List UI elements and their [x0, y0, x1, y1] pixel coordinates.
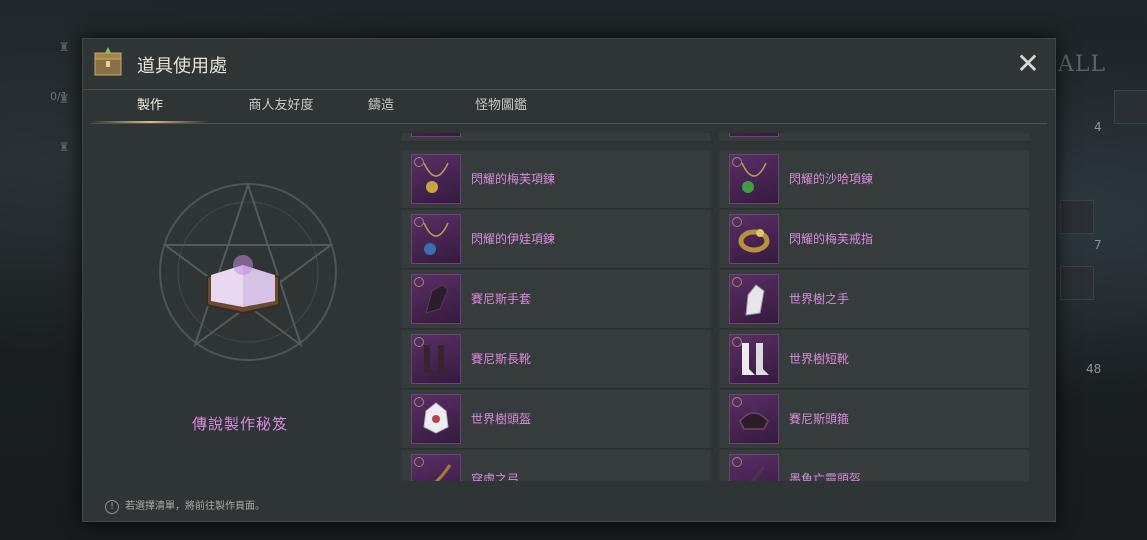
necklace-icon: [423, 222, 449, 255]
helmet-icon: [739, 412, 769, 430]
window-title: 道具使用處: [137, 56, 227, 77]
item-name: 閃耀的沙哈項鍊: [789, 172, 874, 186]
usage-item-list[interactable]: 閃耀的梅芙項鍊 閃耀的沙哈項鍊 閃耀的伊娃項鍊 閃耀的梅芙戒指 賽尼斯手套 世界…: [401, 133, 1033, 481]
helmet-icon: [423, 402, 449, 434]
list-item[interactable]: 墨魚亡靈頭盔: [719, 450, 1029, 481]
item-name: 閃耀的梅芙戒指: [789, 232, 874, 246]
item-slot: [729, 394, 779, 444]
list-item[interactable]: [401, 133, 711, 142]
item-name: 世界樹之手: [789, 292, 850, 306]
inventory-count: 7: [1094, 238, 1102, 252]
spellbook-icon: [206, 255, 280, 315]
boots-icon: [424, 345, 450, 373]
list-item[interactable]: 閃耀的伊娃項鍊: [401, 210, 711, 269]
item-usage-window: 道具使用處 ✕ 製作 商人友好度 鑄造 怪物圖鑑 傳說製作秘笈 閃耀的梅芙項鍊 …: [82, 38, 1056, 522]
background-all-label: ALL: [1058, 52, 1107, 77]
necklace-icon: [423, 162, 449, 193]
tab-crafting[interactable]: 製作: [91, 91, 209, 123]
list-item[interactable]: 穿虛之弓: [401, 450, 711, 481]
item-name: 世界樹短靴: [789, 352, 850, 366]
window-header: 道具使用處 ✕: [83, 39, 1055, 90]
list-row: 閃耀的伊娃項鍊 閃耀的梅芙戒指: [401, 210, 1033, 270]
background-left-sidebar: ♜ 0/1 ♜ ♜: [0, 30, 80, 540]
tab-casting[interactable]: 鑄造: [341, 91, 421, 121]
item-name: 賽尼斯長靴: [471, 352, 532, 366]
item-name: 閃耀的伊娃項鍊: [471, 232, 556, 246]
recipe-preview-pane: 傳說製作秘笈: [91, 127, 389, 487]
gloves-icon: [745, 284, 765, 316]
item-slot: [729, 214, 779, 264]
item-slot: [411, 274, 461, 324]
list-item[interactable]: 閃耀的梅芙項鍊: [401, 150, 711, 209]
item-slot: [411, 214, 461, 264]
footer-hint: ! 若選擇清單，將前往製作頁面。: [105, 497, 265, 514]
flask-icon: ♜: [58, 140, 70, 154]
tab-bar: 製作 商人友好度 鑄造 怪物圖鑑: [91, 91, 1047, 124]
list-item[interactable]: 閃耀的梅芙戒指: [719, 210, 1029, 269]
info-icon: !: [105, 500, 119, 514]
list-row: 閃耀的梅芙項鍊 閃耀的沙哈項鍊: [401, 150, 1033, 210]
item-name: 賽尼斯頭箍: [789, 412, 850, 426]
background-right-inventory: ALL 4 7 48: [1056, 40, 1147, 540]
item-slot: [411, 394, 461, 444]
item-name: 閃耀的梅芙項鍊: [471, 172, 556, 186]
item-slot: [729, 274, 779, 324]
list-item[interactable]: 賽尼斯頭箍: [719, 390, 1029, 449]
ring-icon: [738, 229, 770, 253]
list-item[interactable]: 閃耀的沙哈項鍊: [719, 150, 1029, 209]
flask-icon: ♜: [58, 40, 70, 54]
bow-icon: [434, 464, 452, 481]
tab-merchant-friendship[interactable]: 商人友好度: [221, 91, 341, 121]
item-slot: [411, 133, 461, 137]
boots-icon: [742, 343, 769, 375]
list-row: 賽尼斯長靴 世界樹短靴: [401, 330, 1033, 390]
item-name: 穿虛之弓: [471, 472, 520, 481]
tab-monster-codex[interactable]: 怪物圖鑑: [451, 91, 551, 121]
necklace-icon: [741, 162, 767, 193]
inventory-slot: [1060, 266, 1094, 300]
inventory-count: 4: [1094, 120, 1102, 134]
inventory-slot: [1060, 200, 1094, 234]
item-slot: [729, 334, 779, 384]
item-slot: [411, 454, 461, 481]
item-slot: [411, 154, 461, 204]
hint-text: 若選擇清單，將前往製作頁面。: [125, 501, 265, 512]
treasure-chest-icon: [94, 47, 122, 76]
inventory-count: 48: [1086, 362, 1102, 376]
item-slot: [411, 334, 461, 384]
list-item[interactable]: 賽尼斯手套: [401, 270, 711, 329]
item-slot: [729, 154, 779, 204]
item-slot: [729, 133, 779, 137]
list-item[interactable]: 世界樹短靴: [719, 330, 1029, 389]
list-row: 穿虛之弓 墨魚亡靈頭盔: [401, 450, 1033, 481]
flask-icon: ♜: [58, 92, 70, 106]
list-item[interactable]: [719, 133, 1029, 142]
item-name: 墨魚亡靈頭盔: [789, 472, 862, 481]
close-button[interactable]: ✕: [1015, 50, 1041, 78]
list-row-partial: [401, 133, 1033, 143]
recipe-name: 傳說製作秘笈: [191, 415, 288, 433]
list-item[interactable]: 世界樹頭盔: [401, 390, 711, 449]
list-row: 世界樹頭盔 賽尼斯頭箍: [401, 390, 1033, 450]
item-name: 賽尼斯手套: [471, 292, 532, 306]
item-name: 世界樹頭盔: [471, 412, 532, 426]
inventory-slot: [1114, 90, 1147, 124]
helmet-icon: [750, 466, 766, 481]
list-item[interactable]: 賽尼斯長靴: [401, 330, 711, 389]
gloves-icon: [425, 284, 449, 314]
item-slot: [729, 454, 779, 481]
list-row: 賽尼斯手套 世界樹之手: [401, 270, 1033, 330]
list-item[interactable]: 世界樹之手: [719, 270, 1029, 329]
